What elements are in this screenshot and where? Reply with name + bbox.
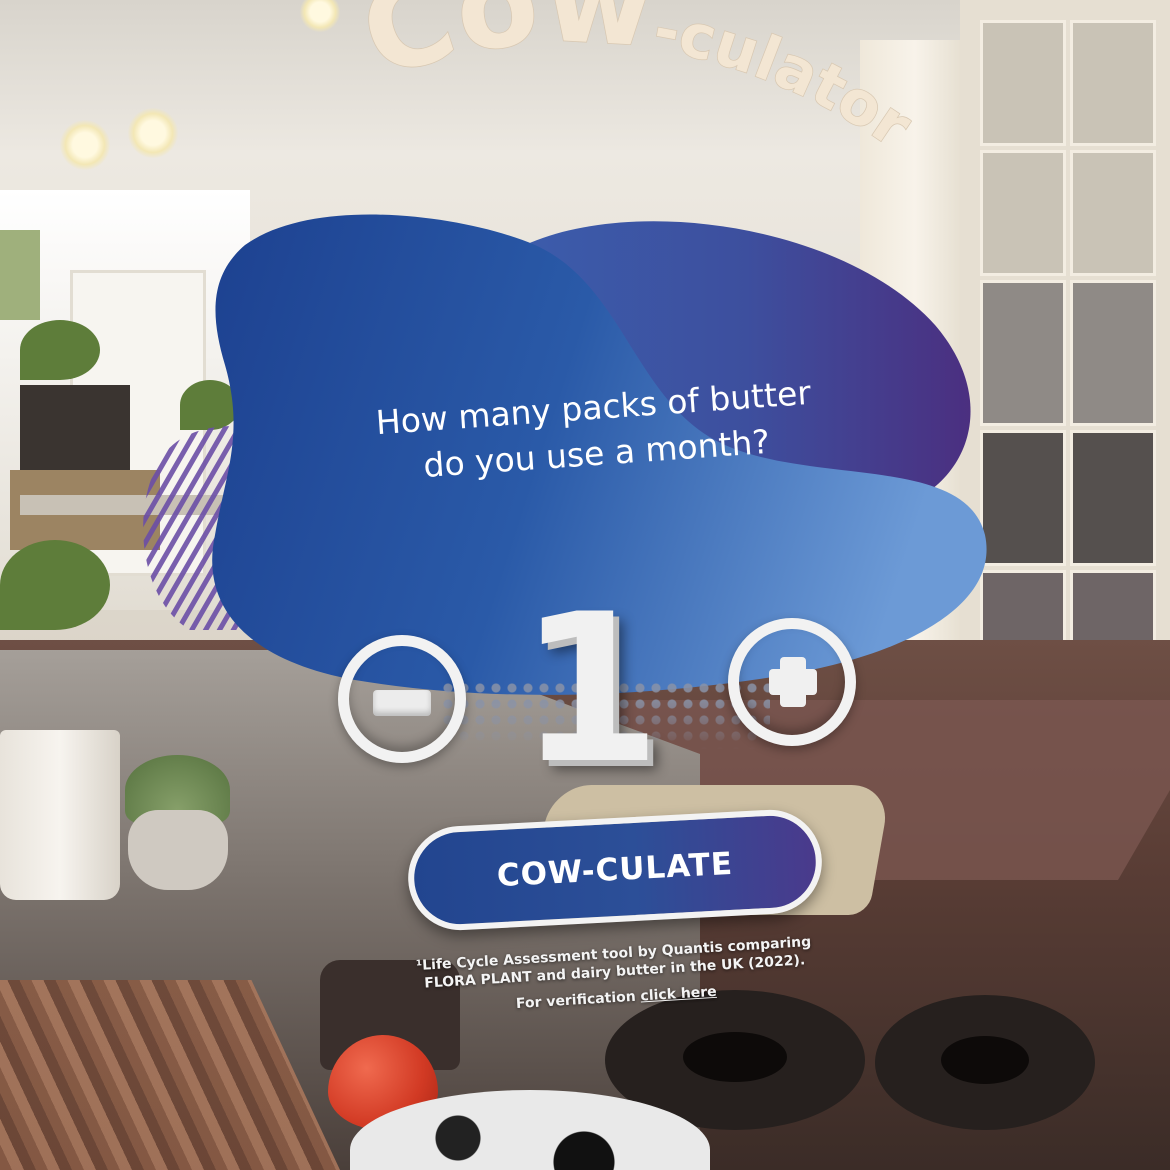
door-pane (1070, 150, 1156, 276)
plant-pot (128, 810, 228, 890)
door-pane (980, 280, 1066, 426)
donut-object (875, 995, 1095, 1130)
increment-button[interactable] (728, 618, 856, 746)
plus-icon-vertical (780, 657, 806, 707)
door-pane (1070, 20, 1156, 146)
cow-culate-button[interactable]: COW-CULATE (405, 807, 825, 933)
ceiling-lamp (128, 108, 178, 158)
quantity-value: 1 (518, 571, 662, 809)
window (0, 230, 40, 320)
plant (0, 540, 110, 630)
ceiling-lamp (60, 120, 110, 170)
door-pane (1070, 280, 1156, 426)
door-pane (980, 20, 1066, 146)
door-pane (980, 150, 1066, 276)
door-pane (1070, 430, 1156, 566)
minus-icon (373, 690, 431, 716)
decrement-button[interactable] (338, 635, 466, 763)
pen-cup (0, 730, 120, 900)
plant (20, 320, 100, 380)
door-pane (980, 430, 1066, 566)
verification-link[interactable]: click here (640, 984, 717, 1005)
quantity-stepper: 1 (330, 585, 890, 800)
